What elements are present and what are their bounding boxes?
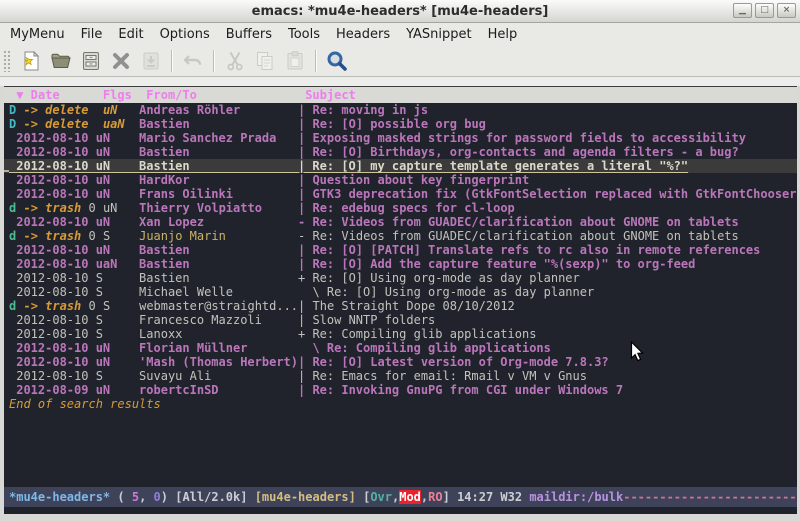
menu-item-headers[interactable]: Headers bbox=[328, 25, 398, 44]
list-item[interactable]: 2012-08-10 uN Bastien | Re: [O] my captu… bbox=[4, 159, 797, 173]
list-item[interactable]: 2012-08-10 uaN Bastien | Re: [O] Add the… bbox=[4, 257, 797, 271]
menu-item-buffers[interactable]: Buffers bbox=[218, 25, 280, 44]
list-item[interactable]: 2012-08-10 uN 'Mash (Thomas Herbert)| Re… bbox=[4, 355, 797, 369]
menu-item-mymenu[interactable]: MyMenu bbox=[2, 25, 73, 44]
minimize-button[interactable]: ▁ bbox=[733, 3, 752, 18]
open-file-icon[interactable] bbox=[46, 47, 76, 75]
menu-item-file[interactable]: File bbox=[73, 25, 111, 44]
toolbar-separator bbox=[315, 50, 317, 72]
menu-item-edit[interactable]: Edit bbox=[110, 25, 151, 44]
cut-icon bbox=[220, 47, 250, 75]
close-button[interactable]: × bbox=[777, 3, 796, 18]
list-item[interactable]: 2012-08-09 uN robertcInSD | Re: Invoking… bbox=[4, 383, 797, 397]
buffer-empty-space bbox=[4, 411, 797, 487]
list-item[interactable]: 2012-08-10 uN Mario Sanchez Prada | Expo… bbox=[4, 131, 797, 145]
copy-icon bbox=[250, 47, 280, 75]
list-item[interactable]: 2012-08-10 S Suvayu Ali | Re: Emacs for … bbox=[4, 369, 797, 383]
menu-bar: MyMenuFileEditOptionsBuffersToolsHeaders… bbox=[0, 23, 800, 45]
menu-item-help[interactable]: Help bbox=[480, 25, 526, 44]
paste-icon bbox=[280, 47, 310, 75]
list-item[interactable]: D -> delete uaN Bastien | Re: [O] possib… bbox=[4, 117, 797, 131]
window-buttons: ▁□× bbox=[733, 3, 796, 18]
emacs-window: emacs: *mu4e-headers* [mu4e-headers] ▁□×… bbox=[0, 0, 800, 521]
echo-area[interactable] bbox=[4, 507, 797, 514]
list-item[interactable]: 2012-08-10 S Bastien + Re: [O] Using org… bbox=[4, 271, 797, 285]
list-item[interactable]: 2012-08-10 uN HardKor | Question about k… bbox=[4, 173, 797, 187]
list-item[interactable]: 2012-08-10 uN Xan Lopez - Re: Videos fro… bbox=[4, 215, 797, 229]
list-item[interactable]: 2012-08-10 uN Frans Oilinki | GTK3 depre… bbox=[4, 187, 797, 201]
list-item[interactable]: d -> trash 0 S Juanjo Marin - Re: Videos… bbox=[4, 229, 797, 243]
message-list: D -> delete uN Andreas Röhler | Re: movi… bbox=[4, 103, 797, 397]
list-item[interactable]: 2012-08-10 uN Bastien | Re: [O] [PATCH] … bbox=[4, 243, 797, 257]
list-item[interactable]: 2012-08-10 uN Florian Müllner \ Re: Comp… bbox=[4, 341, 797, 355]
toolbar-separator bbox=[213, 50, 215, 72]
list-item[interactable]: d -> trash 0 uN Thierry Volpiatto | Re: … bbox=[4, 201, 797, 215]
save-as-icon bbox=[136, 47, 166, 75]
search-icon[interactable] bbox=[322, 47, 352, 75]
emacs-buffer: ▼ Date Flgs From/To Subject D -> delete … bbox=[4, 86, 797, 514]
undo-icon bbox=[178, 47, 208, 75]
list-item[interactable]: 2012-08-10 S Francesco Mazzoli | Slow NN… bbox=[4, 313, 797, 327]
toolbar-separator bbox=[171, 50, 173, 72]
list-item[interactable]: 2012-08-10 S Michael Welle \ Re: [O] Usi… bbox=[4, 285, 797, 299]
list-item[interactable]: d -> trash 0 S webmaster@straightd...| T… bbox=[4, 299, 797, 313]
end-of-results-text: End of search results bbox=[4, 397, 797, 411]
window-border bbox=[0, 514, 800, 521]
list-item[interactable]: 2012-08-10 uN Bastien | Re: [O] Birthday… bbox=[4, 145, 797, 159]
close-buffer-icon[interactable] bbox=[106, 47, 136, 75]
menu-item-yasnippet[interactable]: YASnippet bbox=[398, 25, 480, 44]
save-icon[interactable] bbox=[76, 47, 106, 75]
mode-line: *mu4e-headers* ( 5, 0) [All/2.0k] [mu4e-… bbox=[4, 487, 797, 507]
title-bar[interactable]: emacs: *mu4e-headers* [mu4e-headers] ▁□× bbox=[0, 0, 800, 23]
menu-item-options[interactable]: Options bbox=[152, 25, 218, 44]
new-file-icon[interactable] bbox=[16, 47, 46, 75]
window-title: emacs: *mu4e-headers* [mu4e-headers] bbox=[252, 4, 549, 19]
toolbar-gap bbox=[0, 77, 800, 86]
fringe-marker bbox=[4, 170, 9, 172]
list-item[interactable]: 2012-08-10 S Lanoxx + Re: Compiling glib… bbox=[4, 327, 797, 341]
toolbar-grip-handle[interactable] bbox=[3, 50, 12, 72]
menu-item-tools[interactable]: Tools bbox=[280, 25, 328, 44]
maximize-button[interactable]: □ bbox=[755, 3, 774, 18]
toolbar bbox=[0, 45, 800, 77]
list-item[interactable]: D -> delete uN Andreas Röhler | Re: movi… bbox=[4, 103, 797, 117]
headers-column-header[interactable]: ▼ Date Flgs From/To Subject bbox=[4, 87, 797, 103]
